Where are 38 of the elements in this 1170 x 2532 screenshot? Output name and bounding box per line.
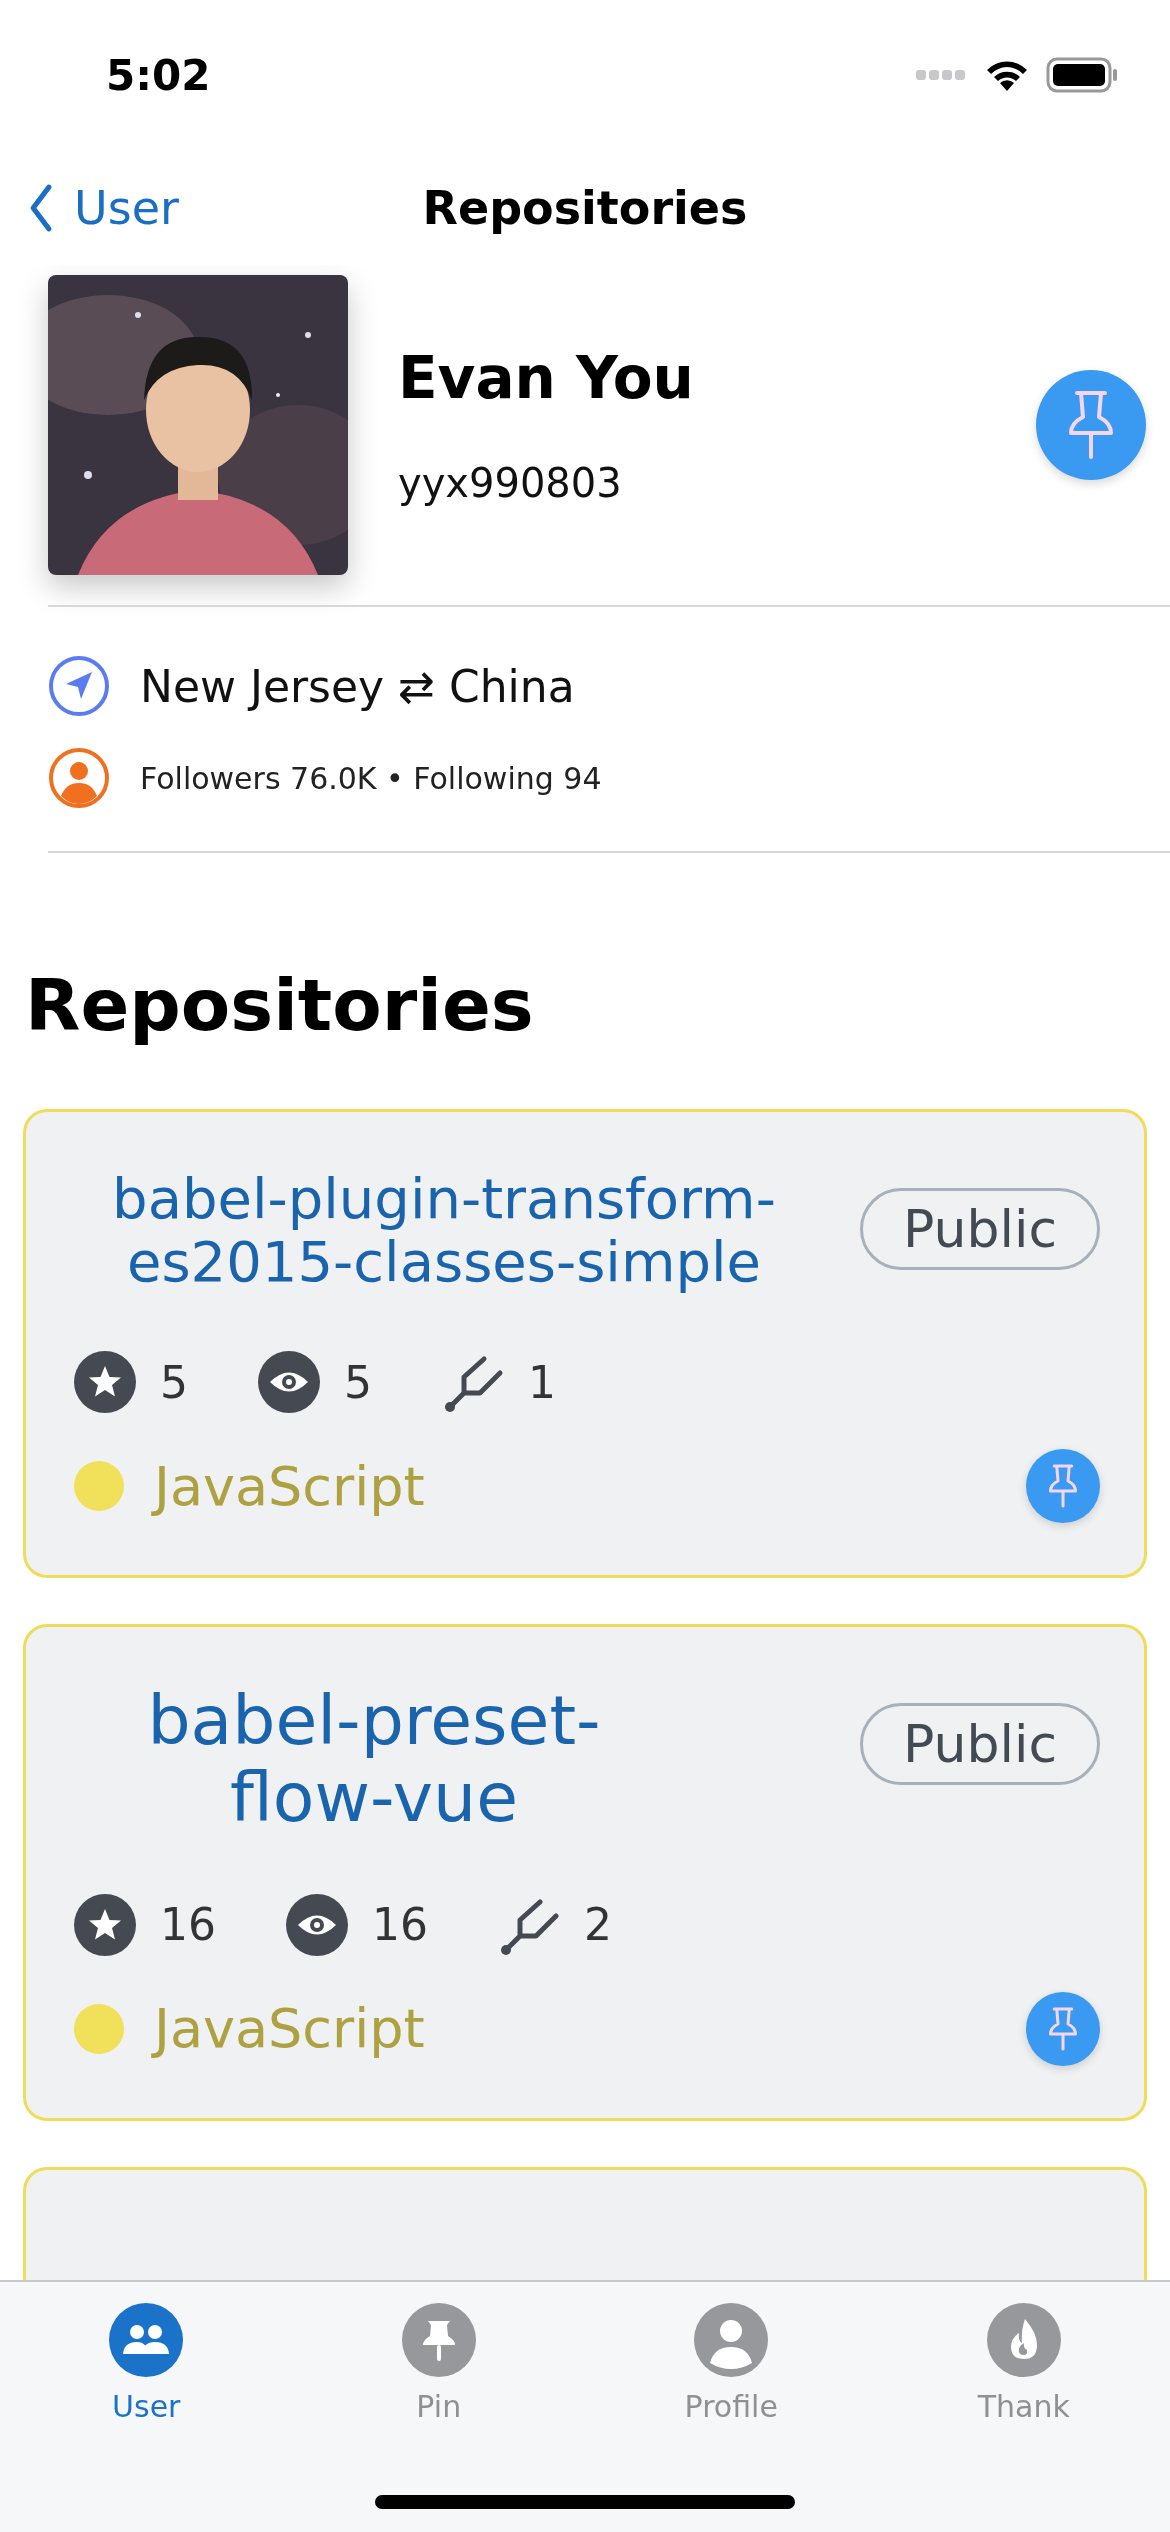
back-button[interactable]: User: [0, 180, 179, 235]
watcher-count: 5: [344, 1356, 372, 1408]
fork-count: 1: [528, 1356, 556, 1408]
eye-icon: [286, 1893, 348, 1956]
user-name: Evan You: [398, 344, 695, 412]
repository-card[interactable]: babel-preset-flow-vue Public 16 16 2 JavaScript: [23, 1624, 1147, 2121]
star-count: 16: [160, 1899, 216, 1951]
repository-card[interactable]: babel-plugin-transform-es2015-classes-simple Public 5 5 1 JavaScript: [23, 1109, 1147, 1579]
visibility-badge: Public: [860, 1703, 1100, 1786]
watcher-count: 16: [372, 1899, 428, 1951]
username: yyx990803: [398, 460, 623, 506]
tab-item[interactable]: User: [0, 2302, 293, 2425]
eye-icon: [258, 1351, 320, 1414]
person-icon: [48, 747, 110, 809]
signal-icon: [916, 68, 968, 82]
users-icon: [109, 2303, 184, 2377]
tab-item[interactable]: Thank: [877, 2302, 1170, 2425]
section-title: Repositories: [25, 963, 535, 1047]
flame-icon: [986, 2303, 1061, 2377]
repository-name[interactable]: babel-preset-flow-vue: [74, 1683, 674, 1836]
pin-button[interactable]: [1036, 370, 1146, 480]
navigation-icon: [48, 655, 110, 717]
battery-icon: [1046, 57, 1118, 93]
back-chevron-icon: [28, 182, 54, 233]
star-count: 5: [160, 1356, 188, 1408]
person-icon: [694, 2303, 769, 2377]
status-time: 5:02: [106, 50, 211, 100]
tab-item[interactable]: Profile: [585, 2302, 878, 2425]
location-text: New Jersey ⇄ China: [140, 660, 575, 712]
pin-button[interactable]: [1026, 1991, 1100, 2066]
pin-icon: [401, 2303, 476, 2377]
tab-item[interactable]: Pin: [292, 2302, 585, 2425]
follow-stats: Followers 76.0K • Following 94: [140, 760, 602, 796]
pin-button[interactable]: [1026, 1449, 1100, 1524]
visibility-badge: Public: [860, 1188, 1100, 1270]
nav-title: Repositories: [422, 180, 748, 235]
repository-name[interactable]: babel-plugin-transform-es2015-classes-simple: [74, 1168, 814, 1294]
fork-count: 2: [584, 1899, 612, 1951]
